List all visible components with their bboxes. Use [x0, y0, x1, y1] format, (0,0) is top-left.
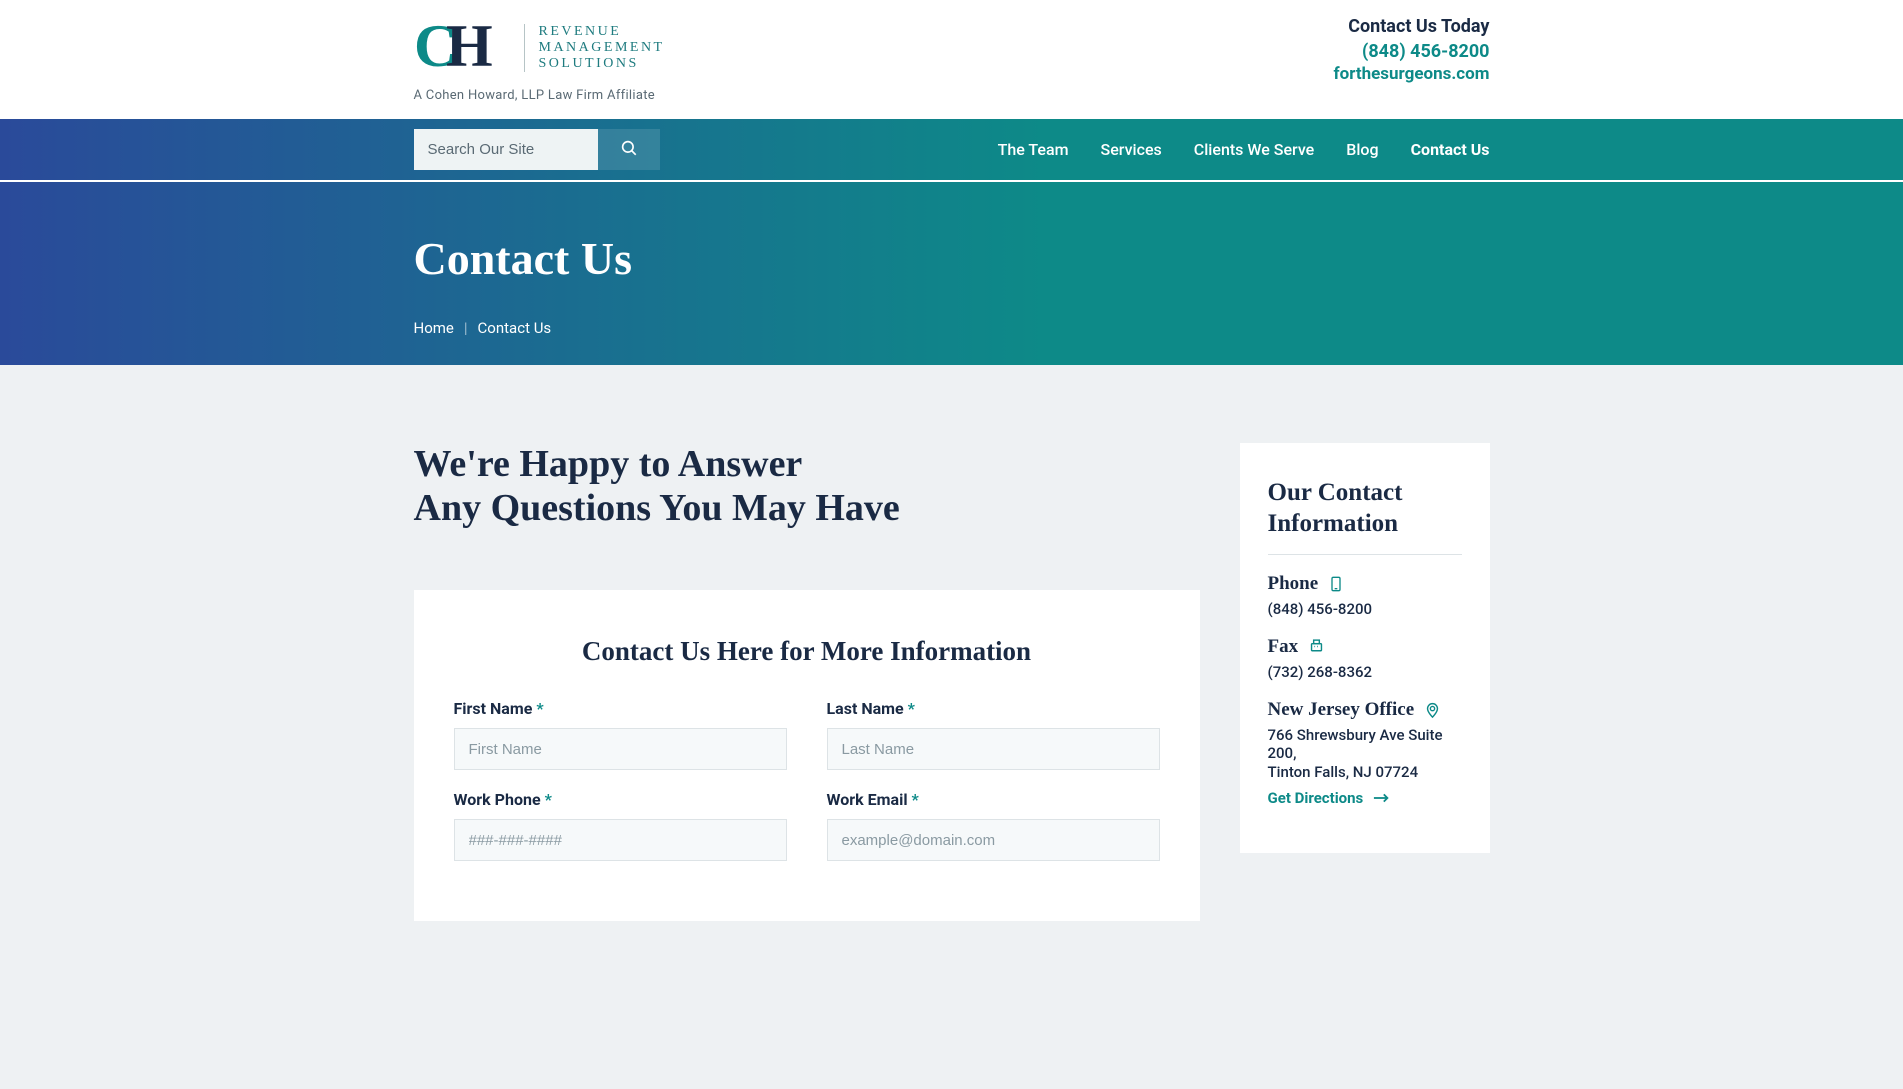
first-name-label: First Name * — [454, 699, 787, 718]
phone-value[interactable]: (848) 456-8200 — [1268, 600, 1462, 618]
phone-icon — [1328, 575, 1344, 593]
heading-line2: Any Questions You May Have — [414, 487, 900, 529]
work-email-field[interactable] — [827, 819, 1160, 861]
search-form — [414, 129, 660, 170]
logo-text: REVENUE MANAGEMENT SOLUTIONS — [524, 24, 665, 72]
fax-value: (732) 268-8362 — [1268, 663, 1462, 681]
get-directions-link[interactable]: Get Directions — [1268, 789, 1392, 807]
fax-icon — [1308, 638, 1325, 655]
heading-line1: We're Happy to Answer — [414, 443, 803, 485]
sidebar-title: Our Contact Information — [1268, 477, 1462, 555]
page-title: Contact Us — [414, 232, 1490, 285]
nav-the-team[interactable]: The Team — [998, 140, 1069, 159]
last-name-label: Last Name * — [827, 699, 1160, 718]
nav-clients[interactable]: Clients We Serve — [1194, 140, 1314, 159]
breadcrumb-home[interactable]: Home — [414, 319, 454, 337]
logo-line3: SOLUTIONS — [539, 56, 665, 72]
contact-form-card: Contact Us Here for More Information Fir… — [414, 590, 1200, 921]
nav-blog[interactable]: Blog — [1346, 140, 1378, 159]
phone-label: Phone — [1268, 573, 1462, 595]
search-button[interactable] — [598, 129, 660, 170]
work-phone-field[interactable] — [454, 819, 787, 861]
main-heading: We're Happy to Answer Any Questions You … — [414, 443, 1200, 530]
nav-contact-us[interactable]: Contact Us — [1411, 140, 1490, 159]
fax-label: Fax — [1268, 636, 1462, 658]
breadcrumb-current: Contact Us — [478, 319, 552, 337]
svg-text:H: H — [446, 16, 493, 79]
contact-info-sidebar: Our Contact Information Phone (848) 456-… — [1240, 443, 1490, 853]
search-input[interactable] — [414, 129, 598, 170]
address-line1: 766 Shrewsbury Ave Suite 200, — [1268, 726, 1462, 762]
search-icon — [620, 139, 638, 160]
address-line2: Tinton Falls, NJ 07724 — [1268, 763, 1462, 781]
form-title: Contact Us Here for More Information — [454, 636, 1160, 667]
last-name-field[interactable] — [827, 728, 1160, 770]
logo-line1: REVENUE — [539, 24, 665, 40]
first-name-field[interactable] — [454, 728, 787, 770]
office-label: New Jersey Office — [1268, 699, 1462, 721]
work-phone-label: Work Phone * — [454, 790, 787, 809]
breadcrumb-separator: | — [464, 319, 468, 337]
logo-mark-icon: C H — [414, 16, 510, 80]
contact-title: Contact Us Today — [1334, 16, 1490, 37]
logo[interactable]: C H REVENUE MANAGEMENT SOLUTIONS A Cohen… — [414, 16, 665, 103]
logo-line2: MANAGEMENT — [539, 40, 665, 56]
work-email-label: Work Email * — [827, 790, 1160, 809]
location-pin-icon — [1424, 701, 1441, 719]
breadcrumb: Home | Contact Us — [414, 319, 1490, 337]
nav-services[interactable]: Services — [1101, 140, 1162, 159]
header-contact: Contact Us Today (848) 456-8200 forthesu… — [1334, 16, 1490, 84]
header-url[interactable]: forthesurgeons.com — [1334, 64, 1490, 84]
arrow-right-icon — [1373, 789, 1391, 807]
header-phone[interactable]: (848) 456-8200 — [1334, 41, 1490, 62]
logo-subtitle: A Cohen Howard, LLP Law Firm Affiliate — [414, 88, 665, 103]
